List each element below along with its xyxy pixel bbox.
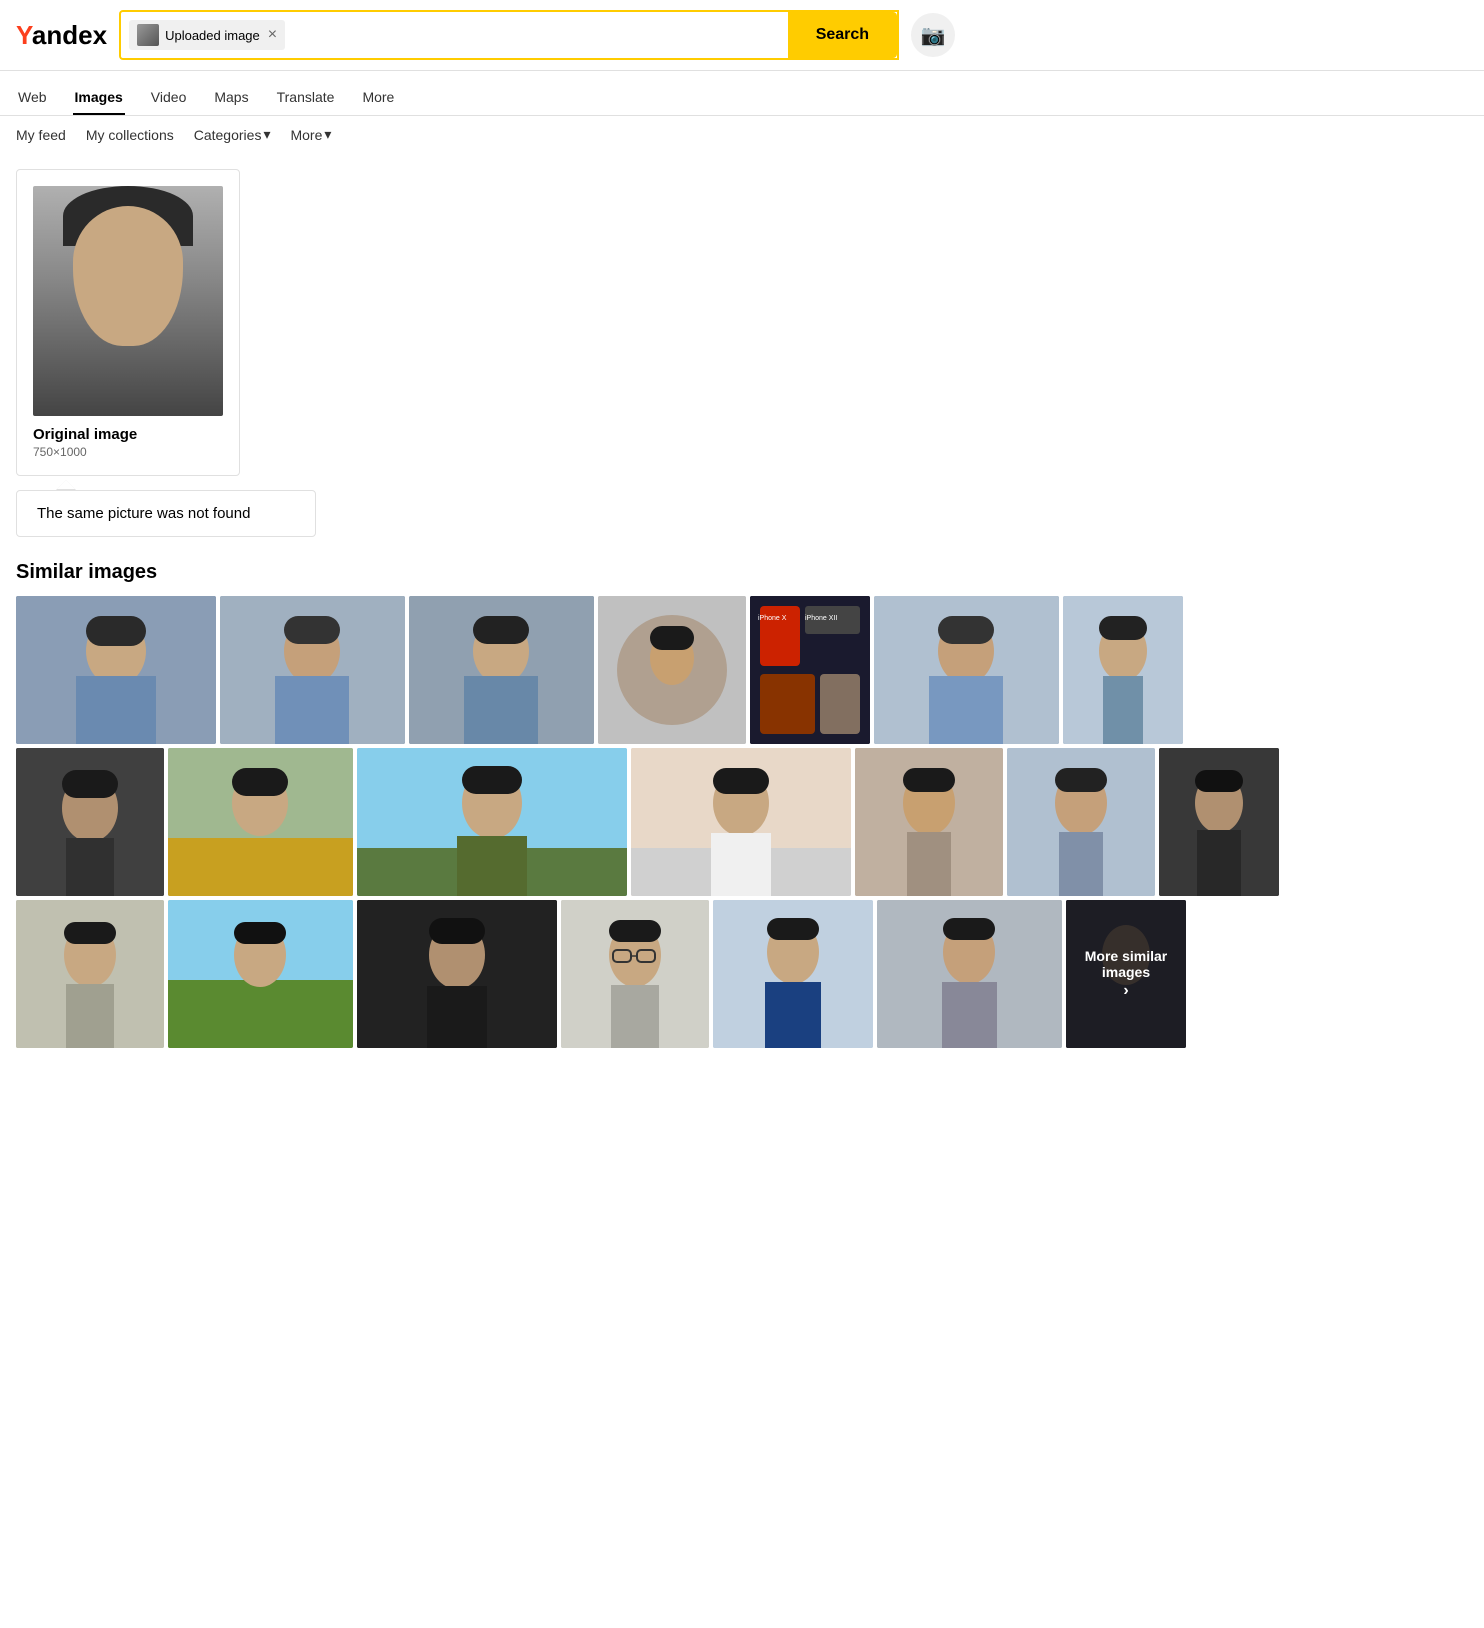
more-similar-label: More similar images bbox=[1066, 948, 1186, 980]
similar-image-14[interactable] bbox=[1159, 748, 1279, 896]
remove-image-button[interactable]: × bbox=[268, 27, 277, 43]
similar-image-1[interactable] bbox=[16, 596, 216, 744]
subnav-categories[interactable]: Categories ▾ bbox=[194, 126, 271, 143]
similar-image-13-svg bbox=[1007, 748, 1155, 896]
uploaded-image-tag: Uploaded image × bbox=[129, 20, 285, 50]
similar-image-19[interactable] bbox=[713, 900, 873, 1048]
similar-image-4[interactable] bbox=[598, 596, 746, 744]
svg-text:iPhone X: iPhone X bbox=[758, 615, 787, 622]
similar-image-9-svg bbox=[168, 748, 353, 896]
main-content: Original image 750×1000 The same picture… bbox=[0, 153, 1484, 1064]
more-arrow-icon: › bbox=[1123, 982, 1128, 1000]
sub-nav: My feed My collections Categories ▾ More… bbox=[0, 116, 1484, 153]
similar-image-15[interactable] bbox=[16, 900, 164, 1048]
uploaded-image-label: Uploaded image bbox=[165, 28, 260, 43]
similar-image-6-svg bbox=[874, 596, 1059, 744]
tab-translate[interactable]: Translate bbox=[275, 81, 337, 115]
tab-web[interactable]: Web bbox=[16, 81, 49, 115]
similar-image-17-svg bbox=[357, 900, 557, 1048]
similar-image-5-svg: iPhone X iPhone XII bbox=[750, 596, 870, 744]
search-bar: Uploaded image × Search bbox=[119, 10, 899, 60]
camera-search-button[interactable]: 📷 bbox=[911, 13, 955, 57]
yandex-logo[interactable]: Yandex bbox=[16, 20, 107, 51]
not-found-box: The same picture was not found bbox=[16, 490, 316, 537]
tag-avatar-icon bbox=[137, 24, 159, 46]
tooltip-arrow-inner bbox=[57, 480, 75, 489]
similar-image-13[interactable] bbox=[1007, 748, 1155, 896]
similar-image-18[interactable] bbox=[561, 900, 709, 1048]
similar-image-16-svg bbox=[168, 900, 353, 1048]
tab-maps[interactable]: Maps bbox=[212, 81, 250, 115]
similar-image-7-svg bbox=[1063, 596, 1183, 744]
camera-icon: 📷 bbox=[921, 23, 946, 48]
subnav-my-collections[interactable]: My collections bbox=[86, 126, 174, 143]
similar-image-16[interactable] bbox=[168, 900, 353, 1048]
search-input[interactable] bbox=[285, 19, 780, 52]
search-button[interactable]: Search bbox=[788, 12, 897, 58]
similar-image-11-svg bbox=[631, 748, 851, 896]
similar-image-8-svg bbox=[16, 748, 164, 896]
tab-more[interactable]: More bbox=[360, 81, 396, 115]
categories-chevron-icon: ▾ bbox=[263, 126, 270, 143]
similar-images-grid: iPhone X iPhone XII bbox=[16, 596, 1468, 1048]
similar-image-4-svg bbox=[598, 596, 746, 744]
tab-video[interactable]: Video bbox=[149, 81, 189, 115]
similar-image-11[interactable] bbox=[631, 748, 851, 896]
similar-row-1: iPhone X iPhone XII bbox=[16, 596, 1468, 744]
similar-image-6[interactable] bbox=[874, 596, 1059, 744]
similar-image-more[interactable]: More similar images › bbox=[1066, 900, 1186, 1048]
original-image-preview bbox=[33, 186, 223, 416]
similar-image-1-svg bbox=[16, 596, 216, 744]
similar-image-20[interactable] bbox=[877, 900, 1062, 1048]
more-similar-overlay[interactable]: More similar images › bbox=[1066, 900, 1186, 1048]
similar-images-heading: Similar images bbox=[16, 561, 1468, 584]
similar-image-17[interactable] bbox=[357, 900, 557, 1048]
search-bar-inner: Uploaded image × bbox=[121, 19, 788, 52]
svg-text:iPhone XII: iPhone XII bbox=[805, 615, 837, 622]
similar-image-15-svg bbox=[16, 900, 164, 1048]
similar-image-19-svg bbox=[713, 900, 873, 1048]
more-chevron-icon: ▾ bbox=[324, 126, 331, 143]
similar-image-12-svg bbox=[855, 748, 1003, 896]
original-image-size: 750×1000 bbox=[33, 445, 223, 459]
similar-image-8[interactable] bbox=[16, 748, 164, 896]
not-found-text: The same picture was not found bbox=[37, 505, 250, 522]
similar-image-18-svg bbox=[561, 900, 709, 1048]
similar-image-20-svg bbox=[877, 900, 1062, 1048]
similar-image-3-svg bbox=[409, 596, 594, 744]
similar-image-9[interactable] bbox=[168, 748, 353, 896]
not-found-tooltip: The same picture was not found bbox=[16, 480, 1468, 537]
similar-row-3: More similar images › bbox=[16, 900, 1468, 1048]
decorative-face bbox=[73, 206, 183, 346]
tab-images[interactable]: Images bbox=[73, 81, 125, 115]
header: Yandex Uploaded image × Search 📷 bbox=[0, 0, 1484, 71]
tooltip-arrow bbox=[56, 480, 76, 490]
similar-image-2[interactable] bbox=[220, 596, 405, 744]
nav-tabs: Web Images Video Maps Translate More bbox=[0, 71, 1484, 116]
similar-image-10-svg bbox=[357, 748, 627, 896]
similar-image-7[interactable] bbox=[1063, 596, 1183, 744]
similar-image-14-svg bbox=[1159, 748, 1279, 896]
similar-image-5[interactable]: iPhone X iPhone XII bbox=[750, 596, 870, 744]
similar-row-2 bbox=[16, 748, 1468, 896]
similar-image-12[interactable] bbox=[855, 748, 1003, 896]
original-image-label: Original image bbox=[33, 426, 223, 443]
original-image-block: Original image 750×1000 bbox=[16, 169, 240, 476]
subnav-more[interactable]: More ▾ bbox=[290, 126, 331, 143]
subnav-my-feed[interactable]: My feed bbox=[16, 126, 66, 143]
similar-image-2-svg bbox=[220, 596, 405, 744]
similar-image-3[interactable] bbox=[409, 596, 594, 744]
similar-image-10[interactable] bbox=[357, 748, 627, 896]
